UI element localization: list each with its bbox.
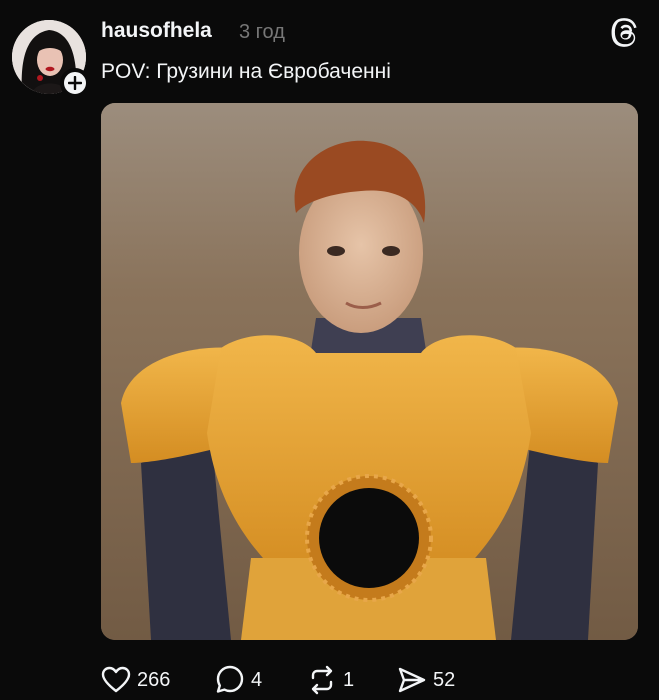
heart-icon [101,666,131,693]
repost-button[interactable]: 1 [307,662,354,698]
threads-logo-icon[interactable] [611,18,639,48]
threads-post: hausofhela 3 год POV: Грузини на Євробач… [0,0,659,700]
repost-count: 1 [343,668,355,691]
share-count: 52 [433,668,456,691]
like-button[interactable]: 266 [101,662,170,698]
plus-icon [68,76,82,90]
photo-boy-in-armor [101,103,638,640]
post-timestamp: 3 год [239,21,285,43]
reply-button[interactable]: 4 [215,662,262,698]
post-caption: POV: Грузини на Євробаченні [101,60,391,83]
avatar-container[interactable] [12,20,90,98]
like-count: 266 [137,668,171,691]
follow-button[interactable] [60,68,90,98]
post-actions: 266 4 1 52 [101,662,621,698]
share-button[interactable]: 52 [397,662,455,698]
speech-bubble-icon [216,665,244,693]
reply-count: 4 [251,668,263,691]
repost-icon [311,665,333,695]
post-image[interactable] [101,103,638,640]
username[interactable]: hausofhela [101,16,212,46]
send-icon [398,667,426,693]
post-header: hausofhela 3 год [101,16,639,52]
